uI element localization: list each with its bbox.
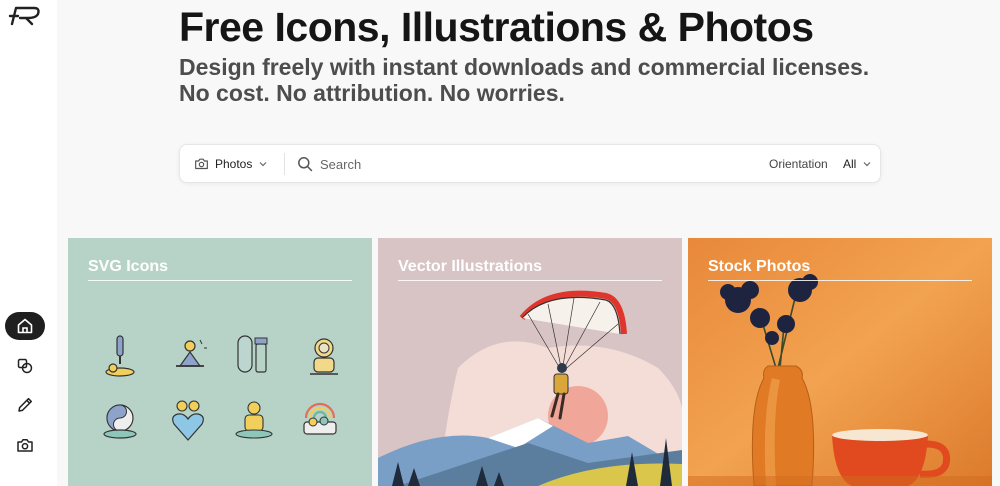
- rainbow-basket-icon: [303, 402, 337, 435]
- nav-pencil-button[interactable]: [5, 391, 45, 419]
- sidebar: [0, 0, 57, 486]
- pencil-icon: [18, 397, 33, 412]
- subtitle-line-2: No cost. No attribution. No worries.: [179, 80, 565, 106]
- orientation-dropdown[interactable]: All: [843, 145, 872, 182]
- shapes-icon: [17, 358, 33, 374]
- heart-people-icon: [172, 400, 204, 441]
- meditation-pose-icon: [176, 339, 207, 367]
- divider: [284, 153, 285, 175]
- astronaut-icon: [310, 338, 338, 375]
- asset-type-value: Photos: [215, 156, 253, 171]
- nav-home-button[interactable]: [5, 312, 45, 340]
- orientation-value: All: [843, 156, 857, 171]
- card-divider: [708, 280, 972, 281]
- logo-icon[interactable]: [8, 4, 42, 28]
- card-divider: [398, 280, 662, 281]
- stock-photos-card[interactable]: Stock Photos: [688, 238, 992, 486]
- card-divider: [88, 280, 352, 281]
- page-title: Free Icons, Illustrations & Photos: [179, 4, 814, 50]
- yoga-pose-icon: [105, 335, 135, 377]
- home-icon: [17, 318, 33, 334]
- chevron-down-icon: [259, 161, 267, 166]
- chevron-down-icon: [863, 161, 871, 166]
- page-subtitle: Design freely with instant downloads and…: [179, 54, 869, 106]
- search-icon: [298, 157, 313, 172]
- nav-shapes-button[interactable]: [5, 352, 45, 380]
- subtitle-line-1: Design freely with instant downloads and…: [179, 54, 870, 80]
- yin-yang-icon: [103, 404, 137, 439]
- search-bar: Photos Orientation All: [179, 144, 881, 183]
- nav-camera-button[interactable]: [5, 431, 45, 459]
- camera-icon: [195, 158, 208, 170]
- orientation-label: Orientation: [769, 157, 828, 171]
- asset-type-dropdown[interactable]: Photos: [194, 145, 268, 182]
- card-title: SVG Icons: [88, 258, 169, 275]
- vector-illustrations-card[interactable]: Vector Illustrations: [378, 238, 682, 486]
- card-title: Vector Illustrations: [398, 258, 543, 275]
- camera-icon: [17, 439, 33, 452]
- card-title: Stock Photos: [708, 258, 811, 275]
- svg-icons-card[interactable]: SVG Icons: [68, 238, 372, 486]
- search-input[interactable]: [320, 151, 720, 177]
- monk-icon: [235, 401, 273, 439]
- yoga-mat-icon: [237, 335, 268, 373]
